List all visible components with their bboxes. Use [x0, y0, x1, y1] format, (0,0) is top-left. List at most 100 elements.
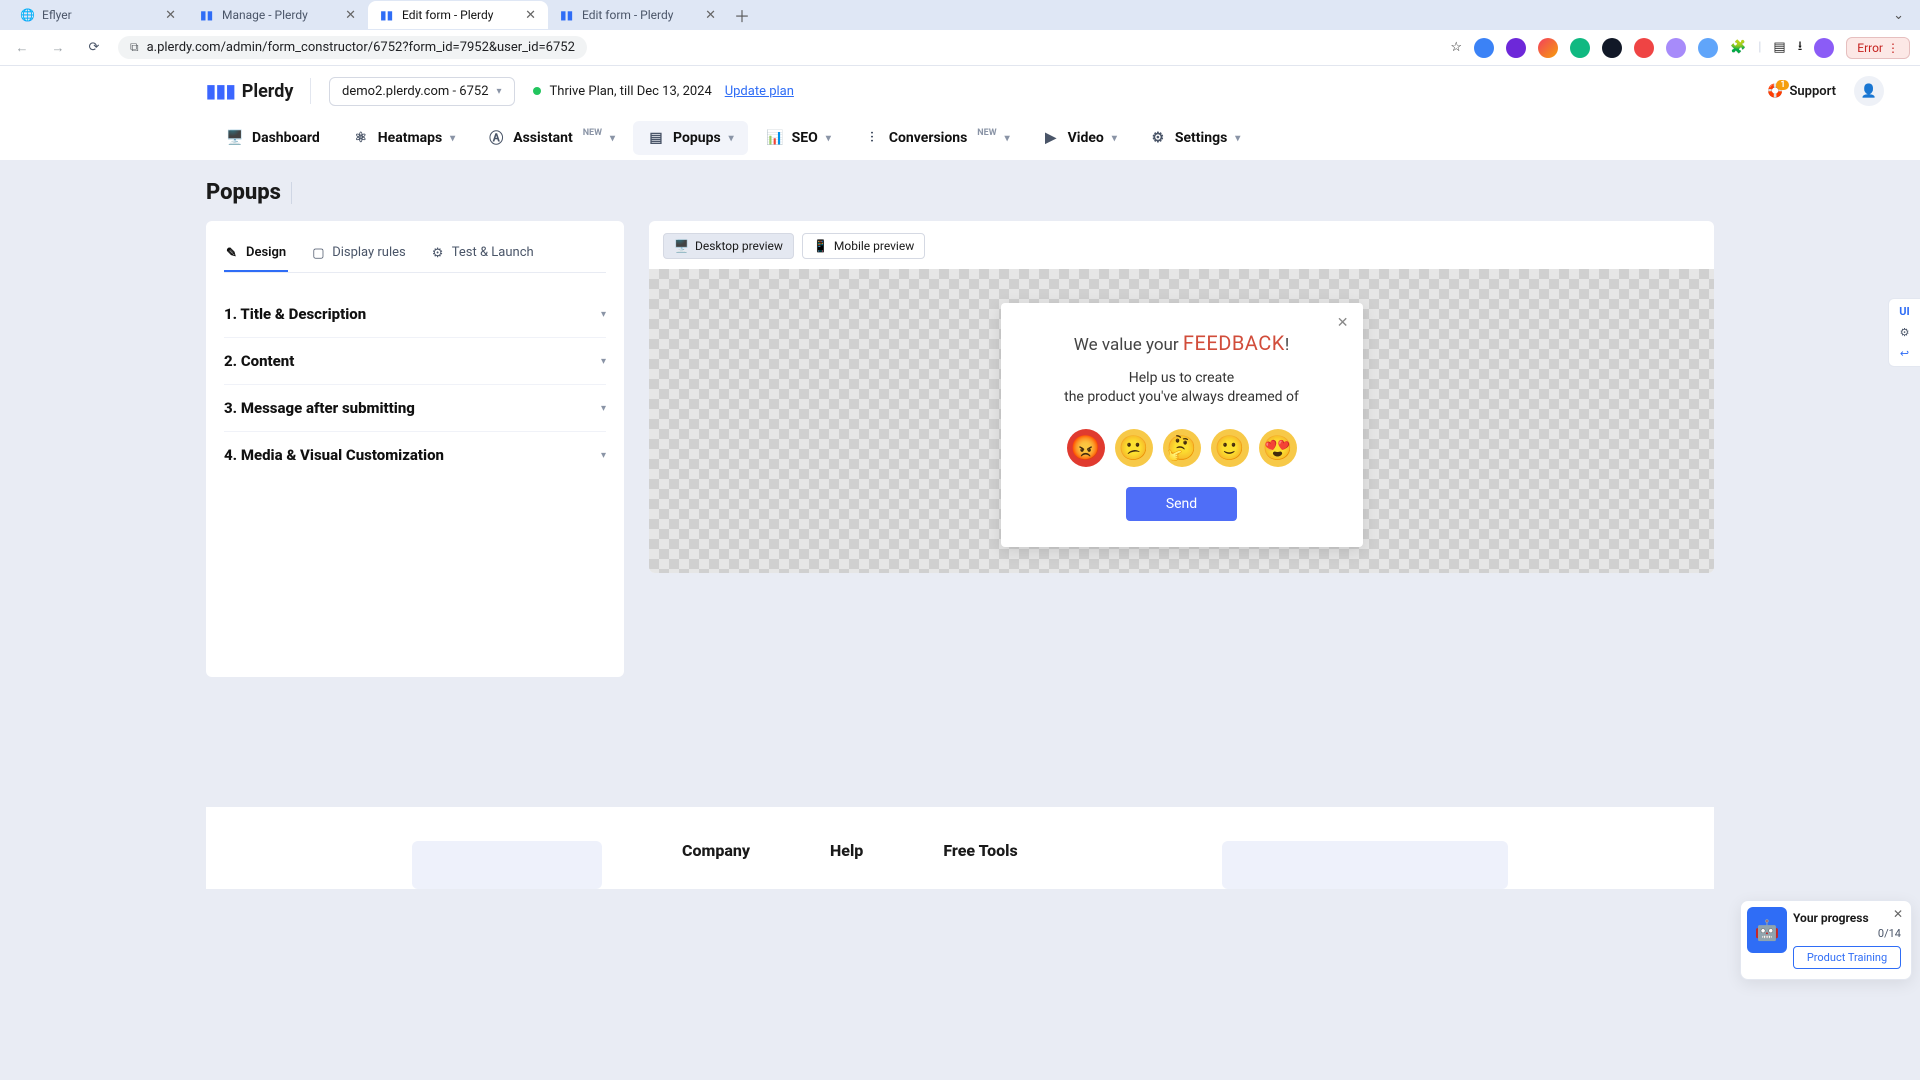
- nav-conversions[interactable]: ⫶ Conversions NEW ▾: [849, 121, 1024, 155]
- footer-promo-box: [412, 841, 602, 889]
- reading-list-icon[interactable]: ▤: [1773, 40, 1785, 55]
- phone-icon: 📱: [813, 239, 828, 253]
- url-field[interactable]: ⧉ a.plerdy.com/admin/form_constructor/67…: [118, 36, 587, 59]
- new-badge: NEW: [583, 128, 602, 138]
- product-training-button[interactable]: Product Training: [1793, 946, 1901, 969]
- accordion-label: 4. Media & Visual Customization: [224, 446, 444, 464]
- extension-icon[interactable]: [1474, 38, 1494, 58]
- footer-heading: Free Tools: [943, 841, 1017, 860]
- browser-tab[interactable]: ▮▮ Edit form - Plerdy ✕: [368, 1, 548, 29]
- reload-button[interactable]: ⟳: [82, 36, 106, 60]
- accordion-item[interactable]: 2. Content ▾: [224, 338, 606, 385]
- undo-icon[interactable]: ↩: [1900, 347, 1909, 360]
- site-info-icon[interactable]: ⧉: [130, 40, 139, 55]
- nav-settings[interactable]: ⚙ Settings ▾: [1135, 121, 1254, 155]
- browser-tab[interactable]: ▮▮ Edit form - Plerdy ✕: [548, 1, 728, 29]
- address-bar: ← → ⟳ ⧉ a.plerdy.com/admin/form_construc…: [0, 30, 1920, 66]
- site-selector[interactable]: demo2.plerdy.com - 6752 ▾: [329, 77, 515, 106]
- mobile-preview-button[interactable]: 📱 Mobile preview: [802, 233, 925, 259]
- support-link[interactable]: 🛟1 Support: [1767, 84, 1836, 99]
- nav-dashboard[interactable]: 🖥️ Dashboard: [212, 121, 334, 155]
- subtab-display-rules[interactable]: ▢ Display rules: [310, 239, 408, 272]
- extension-icon[interactable]: [1570, 38, 1590, 58]
- star-icon[interactable]: ☆: [1450, 40, 1462, 55]
- chevron-down-icon: ▾: [1112, 133, 1117, 144]
- plan-text: Thrive Plan, till Dec 13, 2024: [550, 84, 712, 99]
- play-icon: ▶: [1042, 129, 1060, 147]
- send-button[interactable]: Send: [1126, 487, 1237, 521]
- support-badge: 1: [1776, 80, 1789, 90]
- tab-title: Eflyer: [42, 8, 72, 22]
- accordion-label: 1. Title & Description: [224, 305, 366, 323]
- atoms-icon: ⚛: [352, 129, 370, 147]
- toolbar-right: ☆ 🧩 | ▤ ⭳ Error ⋮: [1450, 37, 1910, 59]
- nav-label: Video: [1068, 130, 1104, 146]
- accordion-item[interactable]: 4. Media & Visual Customization ▾: [224, 432, 606, 478]
- subtab-design[interactable]: ✎ Design: [224, 239, 288, 272]
- close-icon[interactable]: ✕: [705, 8, 716, 23]
- nav-label: Settings: [1175, 130, 1227, 146]
- back-button[interactable]: ←: [10, 36, 34, 60]
- accordion-label: 2. Content: [224, 352, 294, 370]
- close-icon[interactable]: ✕: [525, 8, 536, 23]
- extension-icon[interactable]: [1634, 38, 1654, 58]
- chevron-down-icon: ▾: [601, 403, 606, 414]
- chevron-down-icon: ▾: [729, 133, 734, 144]
- error-indicator[interactable]: Error ⋮: [1846, 37, 1910, 59]
- forward-button[interactable]: →: [46, 36, 70, 60]
- close-icon[interactable]: ✕: [1337, 315, 1349, 331]
- editor-panel: ✎ Design ▢ Display rules ⚙ Test & Launch…: [206, 221, 624, 677]
- profile-avatar[interactable]: [1814, 38, 1834, 58]
- ui-toggle[interactable]: UI: [1899, 305, 1909, 318]
- logo-mark-icon: ▮▮▮: [206, 81, 236, 102]
- browser-tab[interactable]: ▮▮ Manage - Plerdy ✕: [188, 1, 368, 29]
- emoji-sad[interactable]: 😕: [1115, 429, 1153, 467]
- account-button[interactable]: 👤: [1854, 76, 1884, 106]
- close-icon[interactable]: ✕: [1893, 907, 1903, 921]
- divider: [291, 182, 292, 204]
- emoji-happy[interactable]: 🙂: [1211, 429, 1249, 467]
- emoji-love[interactable]: 😍: [1259, 429, 1297, 467]
- update-plan-link[interactable]: Update plan: [725, 84, 794, 99]
- new-badge: NEW: [977, 128, 996, 138]
- chevron-down-icon: ▾: [450, 133, 455, 144]
- desktop-preview-button[interactable]: 🖥️ Desktop preview: [663, 233, 794, 259]
- nav-assistant[interactable]: Ⓐ Assistant NEW ▾: [473, 121, 629, 155]
- gear-icon[interactable]: ⚙: [1900, 326, 1910, 339]
- emoji-angry[interactable]: 😡: [1067, 429, 1105, 467]
- tab-title: Manage - Plerdy: [222, 8, 308, 22]
- nav-seo[interactable]: 📊 SEO ▾: [752, 121, 845, 155]
- plerdy-icon: ▮▮: [560, 8, 574, 22]
- person-icon: 👤: [1861, 84, 1877, 99]
- pencil-icon: ✎: [226, 246, 240, 260]
- subtab-test-launch[interactable]: ⚙ Test & Launch: [430, 239, 536, 272]
- downloads-icon[interactable]: ⭳: [1798, 37, 1803, 59]
- close-icon[interactable]: ✕: [165, 8, 176, 23]
- popup-sub-line2: the product you've always dreamed of: [1064, 389, 1299, 405]
- brand-logo[interactable]: ▮▮▮ Plerdy: [206, 81, 293, 102]
- extensions-menu-icon[interactable]: 🧩: [1730, 40, 1746, 55]
- nav-heatmaps[interactable]: ⚛ Heatmaps ▾: [338, 121, 469, 155]
- accordion-item[interactable]: 3. Message after submitting ▾: [224, 385, 606, 432]
- extension-icon[interactable]: [1698, 38, 1718, 58]
- close-icon[interactable]: ✕: [345, 8, 356, 23]
- nav-video[interactable]: ▶ Video ▾: [1028, 121, 1131, 155]
- preview-toolbar: 🖥️ Desktop preview 📱 Mobile preview: [649, 221, 1714, 271]
- browser-tab[interactable]: 🌐 Eflyer ✕: [8, 1, 188, 29]
- nav-popups[interactable]: ▤ Popups ▾: [633, 121, 748, 155]
- accordion-item[interactable]: 1. Title & Description ▾: [224, 291, 606, 338]
- nav-label: Conversions: [889, 130, 967, 146]
- extension-icon[interactable]: [1506, 38, 1526, 58]
- extension-icon[interactable]: [1602, 38, 1622, 58]
- accordion-label: 3. Message after submitting: [224, 399, 415, 417]
- chevron-down-icon[interactable]: ⌄: [1893, 8, 1912, 23]
- workspace: ✎ Design ▢ Display rules ⚙ Test & Launch…: [206, 221, 1714, 677]
- emoji-thinking[interactable]: 🤔: [1163, 429, 1201, 467]
- new-tab-button[interactable]: ＋: [728, 1, 756, 29]
- popup-title-post: !: [1285, 335, 1289, 355]
- design-accordion: 1. Title & Description ▾ 2. Content ▾ 3.…: [224, 291, 606, 478]
- extension-icon[interactable]: [1666, 38, 1686, 58]
- app-shell: ▮▮▮ Plerdy demo2.plerdy.com - 6752 ▾ Thr…: [0, 66, 1920, 160]
- extension-icon[interactable]: [1538, 38, 1558, 58]
- bars-icon: 📊: [766, 129, 784, 147]
